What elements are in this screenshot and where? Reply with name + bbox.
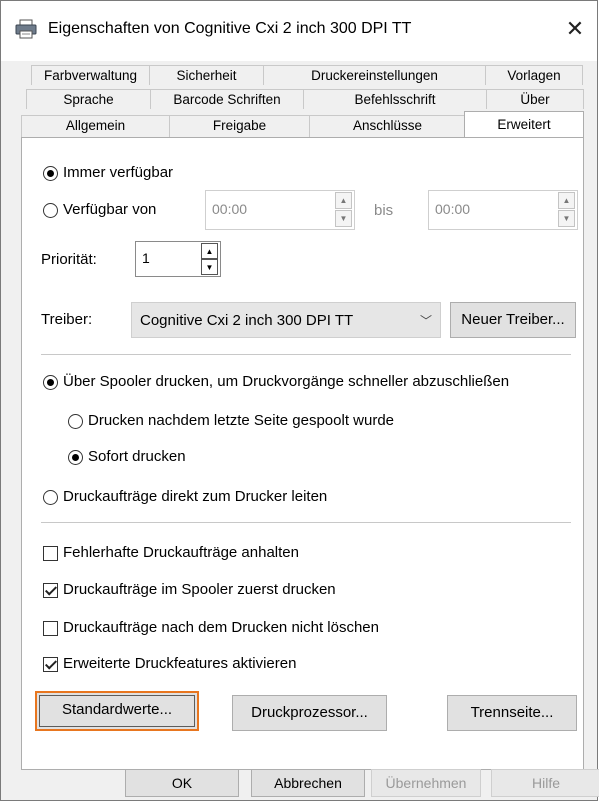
hold-mismatched-label: Fehlerhafte Druckaufträge anhalten (63, 544, 299, 561)
spooler-radio[interactable] (43, 375, 58, 390)
tab-freigabe[interactable]: Freigabe (169, 115, 309, 137)
advanced-features-label: Erweiterte Druckfeatures aktivieren (63, 655, 297, 672)
until-label: bis (374, 202, 394, 219)
spin-down-icon[interactable]: ▼ (201, 259, 218, 275)
driver-select[interactable]: Cognitive Cxi 2 inch 300 DPI TT ﹀ (131, 302, 441, 338)
spin-up-icon[interactable]: ▲ (335, 192, 352, 209)
apply-button[interactable]: Übernehmen (371, 769, 481, 797)
from-time-spinner[interactable]: ▲ ▼ (335, 192, 352, 228)
keep-printed-label: Druckaufträge nach dem Drucken nicht lös… (63, 619, 379, 636)
tab-allgemein[interactable]: Allgemein (21, 115, 169, 137)
from-time-value: 00:00 (212, 201, 248, 217)
tab-befehlsschrift[interactable]: Befehlsschrift (303, 89, 486, 109)
defaults-button[interactable]: Standardwerte... (35, 691, 199, 731)
priority-label-text: Priorität: (41, 251, 97, 268)
divider (41, 354, 571, 355)
tab-druckereinstellungen[interactable]: Druckereinstellungen (263, 65, 485, 85)
chevron-down-icon[interactable]: ﹀ (420, 312, 432, 329)
print-direct-radio[interactable] (43, 490, 58, 505)
driver-label: Treiber: (41, 311, 93, 328)
until-time-value: 00:00 (435, 201, 471, 217)
properties-dialog: Eigenschaften von Cognitive Cxi 2 inch 3… (0, 0, 599, 801)
spin-down-icon[interactable]: ▼ (335, 210, 352, 227)
window-title: Eigenschaften von Cognitive Cxi 2 inch 3… (48, 20, 412, 37)
tab-vorlagen[interactable]: Vorlagen (485, 65, 583, 85)
tab-farbverwaltung[interactable]: Farbverwaltung (31, 65, 149, 85)
always-available-radio[interactable] (43, 166, 58, 181)
spin-up-icon[interactable]: ▲ (558, 192, 575, 209)
cancel-button[interactable]: Abbrechen (251, 769, 365, 797)
hold-mismatched-checkbox[interactable] (43, 546, 58, 561)
keep-printed-checkbox[interactable] (43, 621, 58, 636)
until-time-field[interactable]: 00:00 ▲ ▼ (428, 190, 578, 230)
priority-label: Priorität: (41, 251, 97, 268)
priority-spinner[interactable]: ▲ ▼ (201, 243, 218, 275)
spooled-first-label: Druckaufträge im Spooler zuerst drucken (63, 581, 336, 598)
printer-icon (15, 19, 37, 39)
tab-erweitert[interactable]: Erweitert (464, 111, 584, 137)
separator-page-button[interactable]: Trennseite... (447, 695, 577, 731)
advanced-features-checkbox[interactable] (43, 657, 58, 672)
tab-sprache[interactable]: Sprache (26, 89, 150, 109)
spin-up-icon[interactable]: ▲ (201, 243, 218, 259)
defaults-button-label: Standardwerte... (39, 695, 195, 727)
ok-button[interactable]: OK (125, 769, 239, 797)
title-bar: Eigenschaften von Cognitive Cxi 2 inch 3… (1, 1, 597, 61)
print-immediately-label: Sofort drucken (88, 448, 186, 465)
until-time-spinner[interactable]: ▲ ▼ (558, 192, 575, 228)
spooler-label: Über Spooler drucken, um Druckvorgänge s… (63, 373, 510, 390)
print-after-last-page-radio[interactable] (68, 414, 83, 429)
tab-barcode-schriften[interactable]: Barcode Schriften (150, 89, 303, 109)
divider (41, 522, 571, 523)
priority-value: 1 (142, 250, 150, 266)
tab-ueber[interactable]: Über (486, 89, 584, 109)
spooled-first-checkbox[interactable] (43, 583, 58, 598)
driver-selected-value: Cognitive Cxi 2 inch 300 DPI TT (140, 312, 354, 329)
print-direct-label: Druckaufträge direkt zum Drucker leiten (63, 488, 328, 505)
from-time-field[interactable]: 00:00 ▲ ▼ (205, 190, 355, 230)
new-driver-button[interactable]: Neuer Treiber... (450, 302, 576, 338)
always-available-label: Immer verfügbar (63, 164, 174, 181)
help-button[interactable]: Hilfe (491, 769, 599, 797)
available-from-label: Verfügbar von (63, 201, 157, 218)
print-after-last-page-label: Drucken nachdem letzte Seite gespoolt wu… (88, 412, 395, 429)
print-immediately-radio[interactable] (68, 450, 83, 465)
spin-down-icon[interactable]: ▼ (558, 210, 575, 227)
available-from-radio[interactable] (43, 203, 58, 218)
priority-field[interactable]: 1 ▲ ▼ (135, 241, 221, 277)
close-icon[interactable]: ✕ (559, 13, 591, 45)
tab-sicherheit[interactable]: Sicherheit (149, 65, 263, 85)
print-processor-button[interactable]: Druckprozessor... (232, 695, 387, 731)
tab-anschluesse[interactable]: Anschlüsse (309, 115, 465, 137)
